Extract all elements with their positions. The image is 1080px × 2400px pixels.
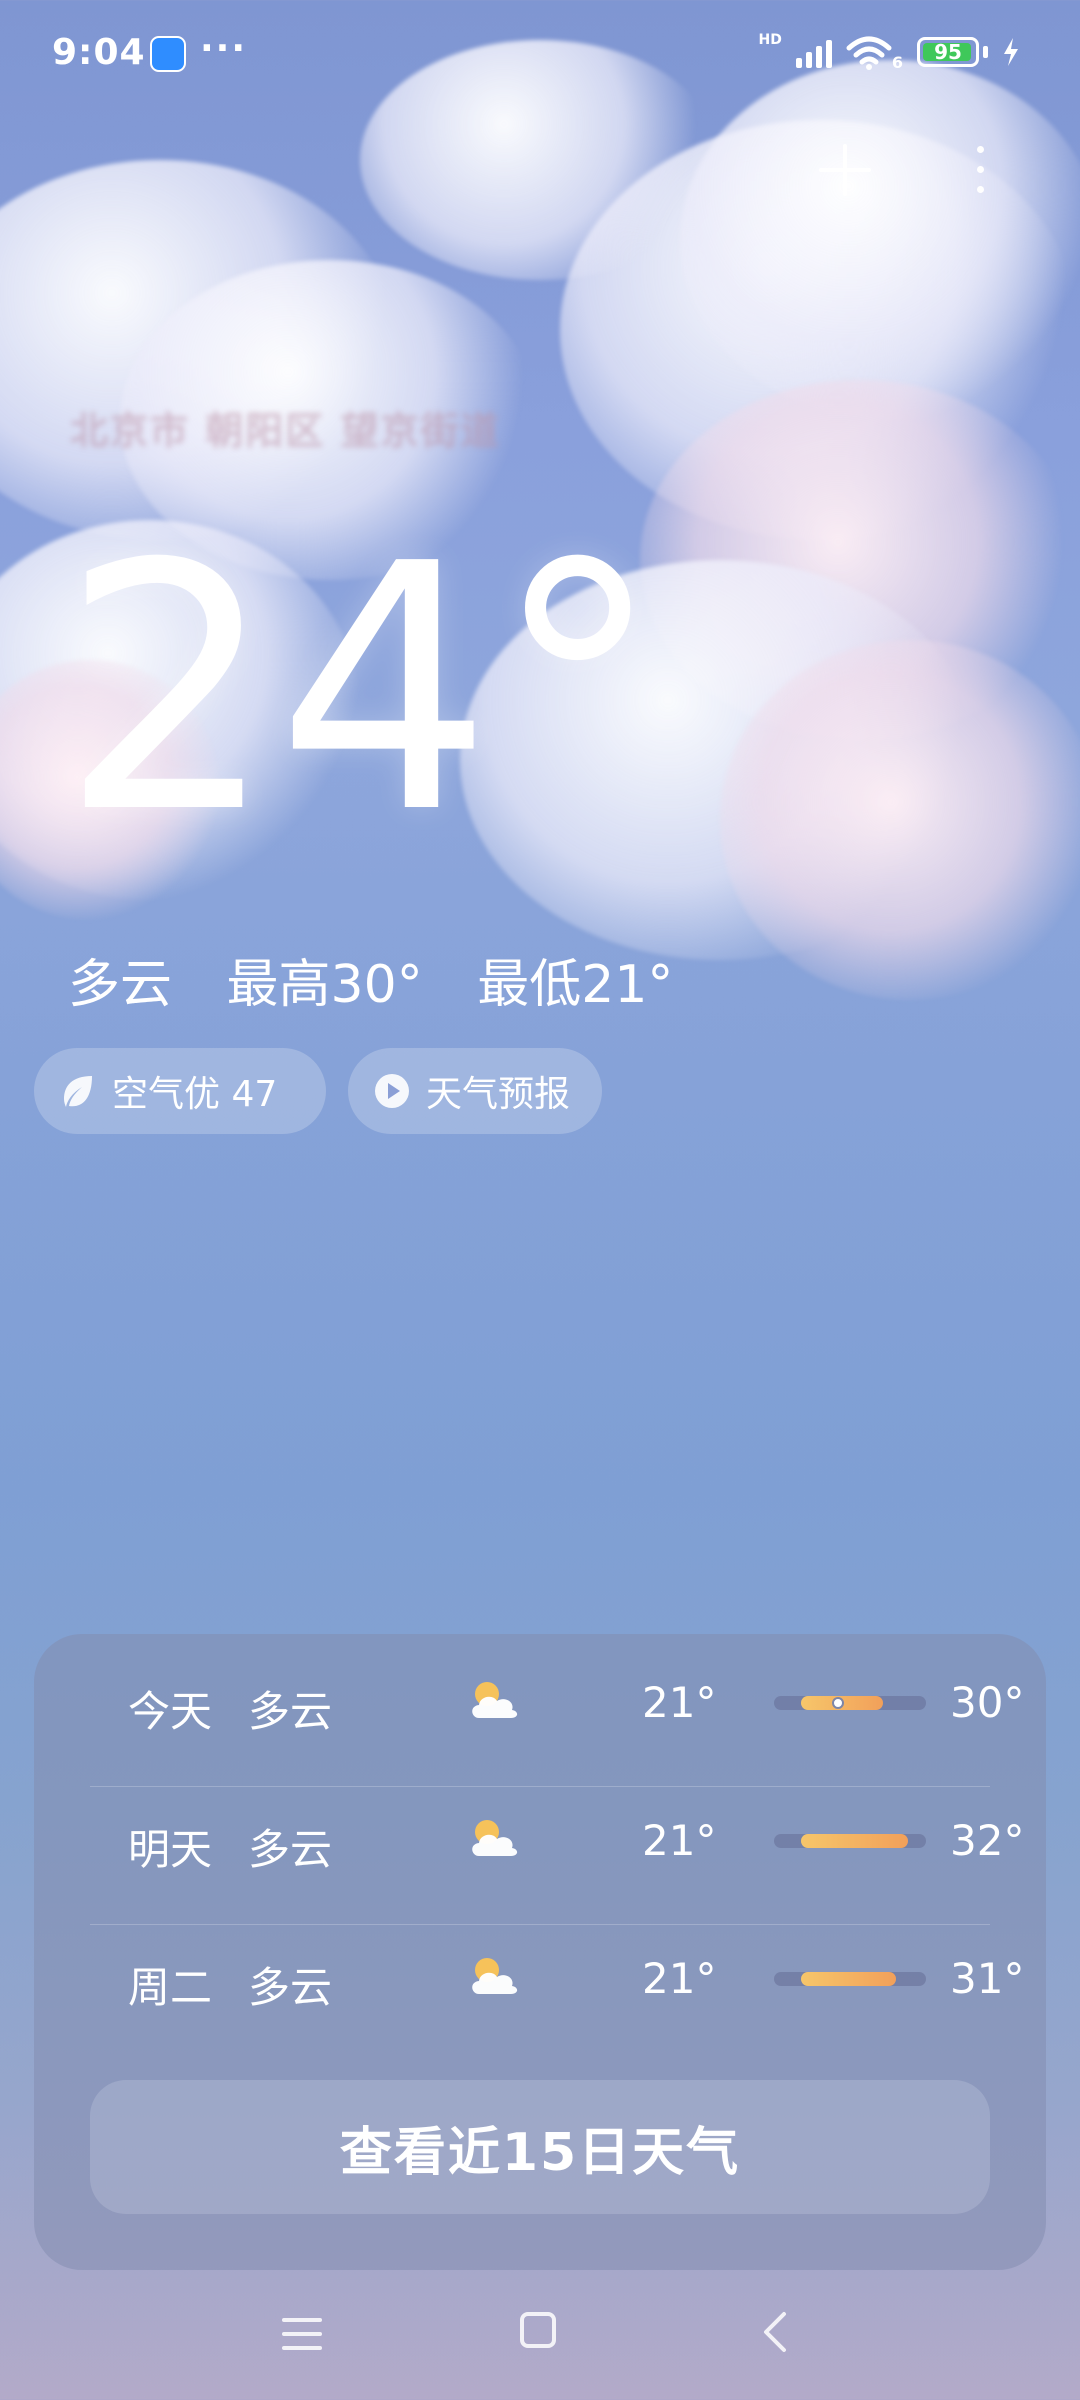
temperature-range-fill (801, 1834, 908, 1848)
cellular-signal-icon (795, 36, 832, 68)
partly-cloudy-icon (472, 1820, 518, 1856)
more-notifications-indicator: ··· (200, 28, 248, 69)
wifi-label: 6 (891, 52, 903, 72)
current-condition: 多云 (68, 955, 173, 1015)
forecast-low: 21° (642, 1678, 717, 1727)
forecast-row-tuesday[interactable]: 周二 多云 21° 31° (90, 1910, 1024, 2048)
home-button[interactable] (520, 2312, 556, 2348)
navigation-bar (0, 2296, 1080, 2372)
play-icon (375, 1074, 409, 1108)
status-bar: 9:04 ··· HD 6 95 (0, 0, 1080, 110)
current-temperature-marker (831, 1697, 844, 1709)
forecast-row-tomorrow[interactable]: 明天 多云 21° 32° (90, 1772, 1024, 1910)
forecast-low: 21° (642, 1954, 717, 2003)
recent-apps-button[interactable] (282, 2316, 322, 2352)
partly-cloudy-icon (472, 1682, 518, 1718)
status-time: 9:04 (52, 32, 146, 73)
forecast-condition: 多云 (248, 1963, 333, 2012)
temperature-range-fill (801, 1972, 896, 1986)
view-15-day-forecast-button[interactable]: 查看近15日天气 (90, 2080, 990, 2214)
forecast-row-today[interactable]: 今天 多云 21° 30° (90, 1634, 1024, 1772)
hd-label: HD (758, 32, 782, 48)
charging-icon (1004, 38, 1018, 66)
today-low: 最低21° (477, 955, 674, 1015)
location-name[interactable]: 北京市 朝阳区 望京街道 (70, 400, 500, 455)
forecast-high: 32° (950, 1816, 1025, 1865)
leaf-icon (64, 1076, 92, 1107)
more-options-button[interactable] (960, 140, 1000, 200)
forecast-card: 今天 多云 21° 30° 明天 多云 21° 32° 周二 多云 21° 31… (34, 1634, 1046, 2270)
temperature-range-bar (774, 1696, 926, 1710)
battery-icon: 95 (917, 37, 979, 67)
current-temperature: 24° (60, 492, 663, 888)
forecast-day: 周二 (128, 1963, 213, 2012)
battery-level: 95 (934, 40, 962, 64)
forecast-low: 21° (642, 1816, 717, 1865)
battery-cap (983, 46, 988, 58)
forecast-day: 今天 (128, 1687, 213, 1736)
air-quality-pill[interactable]: 空气优 47 (34, 1048, 326, 1134)
forecast-high: 31° (950, 1954, 1025, 2003)
temperature-range-bar (774, 1972, 926, 1986)
menu-icon (282, 2318, 322, 2322)
today-high: 最高30° (226, 955, 423, 1015)
status-icons: HD 6 95 (759, 32, 1020, 72)
add-city-button[interactable] (815, 140, 875, 200)
app-notification-icon (150, 36, 186, 72)
more-vertical-icon (977, 146, 984, 153)
temperature-range-bar (774, 1834, 926, 1848)
weather-forecast-label: 天气预报 (426, 1074, 571, 1115)
temperature-summary: 多云 最高30° 最低21° (68, 942, 673, 1017)
forecast-day: 明天 (128, 1825, 213, 1874)
forecast-condition: 多云 (248, 1687, 333, 1736)
forecast-high: 30° (950, 1678, 1025, 1727)
forecast-condition: 多云 (248, 1825, 333, 1874)
partly-cloudy-icon (472, 1958, 518, 1994)
back-button[interactable] (756, 2310, 796, 2354)
weather-forecast-pill[interactable]: 天气预报 (348, 1048, 602, 1134)
wifi-icon (846, 36, 892, 70)
air-quality-label: 空气优 47 (112, 1074, 278, 1115)
